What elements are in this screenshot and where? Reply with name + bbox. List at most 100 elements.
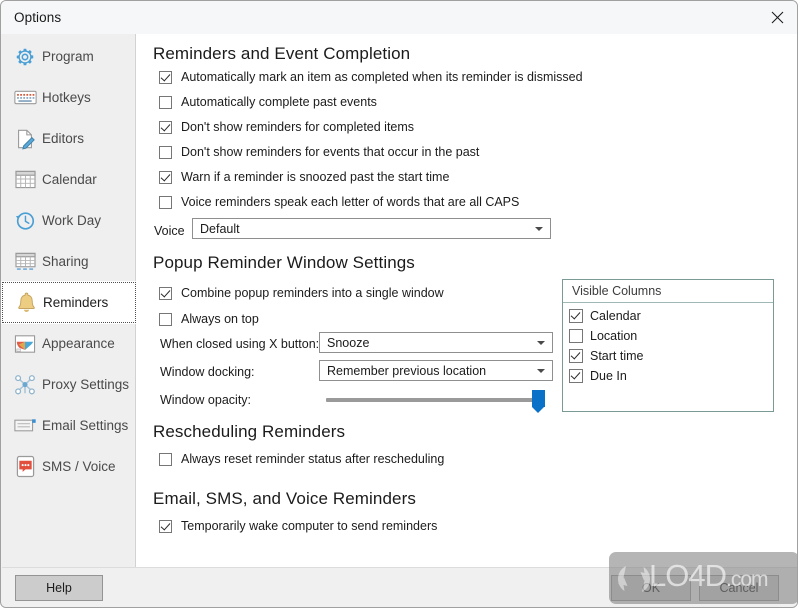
sidebar-item-program[interactable]: Program	[2, 36, 136, 77]
settings-content-pane: Reminders and Event Completion Automatic…	[136, 34, 797, 567]
checkbox-label: Automatically mark an item as completed …	[181, 70, 583, 84]
sidebar-item-label: Hotkeys	[42, 90, 91, 105]
sidebar-item-work-day[interactable]: Work Day	[2, 200, 136, 241]
keyboard-icon	[10, 83, 40, 113]
window-title: Options	[14, 10, 62, 25]
visible-column-row-calendar[interactable]: Calendar	[563, 306, 773, 326]
sidebar-item-appearance[interactable]: Appearance	[2, 323, 136, 364]
gear-icon	[10, 42, 40, 72]
sidebar-item-hotkeys[interactable]: Hotkeys	[2, 77, 136, 118]
sidebar-item-proxy-settings[interactable]: Proxy Settings	[2, 364, 136, 405]
checkbox-box	[159, 120, 172, 134]
sidebar-item-sharing[interactable]: Sharing	[2, 241, 136, 282]
sidebar-item-editors[interactable]: Editors	[2, 118, 136, 159]
help-button[interactable]: Help	[15, 575, 103, 601]
sharing-grid-icon	[10, 247, 40, 277]
checkbox-always-on-top[interactable]: Always on top	[159, 312, 259, 326]
section-heading-popup-window: Popup Reminder Window Settings	[153, 253, 415, 272]
options-dialog: Options Program Hotkeys Editors Calendar…	[0, 0, 798, 608]
visible-column-row-start-time[interactable]: Start time	[563, 346, 773, 366]
network-nodes-icon	[10, 370, 40, 400]
bell-icon	[11, 288, 41, 318]
checkbox-hide-reminders-completed[interactable]: Don't show reminders for completed items	[159, 120, 414, 134]
checkbox-label: Always on top	[181, 312, 259, 326]
chevron-down-icon	[535, 226, 543, 231]
visible-column-label: Start time	[590, 349, 644, 363]
checkbox-label: Temporarily wake computer to send remind…	[181, 519, 438, 533]
checkbox-voice-spell-caps[interactable]: Voice reminders speak each letter of wor…	[159, 195, 519, 209]
sidebar-item-label: Email Settings	[42, 418, 129, 433]
document-pencil-icon	[10, 124, 40, 154]
checkbox-box	[569, 369, 583, 383]
checkbox-box	[159, 452, 172, 466]
section-heading-rescheduling: Rescheduling Reminders	[153, 422, 346, 441]
checkbox-reset-reminder-status[interactable]: Always reset reminder status after resch…	[159, 452, 444, 466]
cancel-button[interactable]: Cancel	[699, 575, 779, 601]
checkbox-label: Combine popup reminders into a single wi…	[181, 286, 444, 300]
checkbox-box	[569, 329, 583, 343]
sidebar-item-label: Sharing	[42, 254, 89, 269]
checkbox-label: Always reset reminder status after resch…	[181, 452, 445, 466]
checkbox-warn-snoozed-past-start[interactable]: Warn if a reminder is snoozed past the s…	[159, 170, 449, 184]
checkbox-box	[569, 309, 583, 323]
title-bar: Options	[1, 1, 797, 34]
sidebar-item-label: Calendar	[42, 172, 97, 187]
voice-select-value: Default	[200, 221, 240, 236]
close-x-select[interactable]: Snooze	[319, 332, 553, 353]
ok-button[interactable]: OK	[611, 575, 691, 601]
window-docking-select-value: Remember previous location	[327, 363, 487, 378]
close-x-label: When closed using X button:	[160, 337, 320, 351]
window-opacity-label: Window opacity:	[160, 393, 252, 407]
checkbox-hide-reminders-past-events[interactable]: Don't show reminders for events that occ…	[159, 145, 479, 159]
checkbox-wake-computer[interactable]: Temporarily wake computer to send remind…	[159, 519, 437, 533]
voice-select[interactable]: Default	[192, 218, 551, 239]
sidebar-item-email-settings[interactable]: Email Settings	[2, 405, 136, 446]
opacity-slider-thumb[interactable]	[532, 390, 545, 413]
checkbox-box	[159, 195, 172, 209]
checkbox-auto-mark-completed[interactable]: Automatically mark an item as completed …	[159, 70, 583, 84]
window-docking-label: Window docking:	[160, 365, 255, 379]
checkbox-label: Automatically complete past events	[181, 95, 377, 109]
checkbox-box	[159, 70, 172, 84]
visible-columns-list: Visible Columns Calendar Location Start …	[562, 279, 774, 412]
sidebar-item-label: Program	[42, 49, 94, 64]
checkbox-box	[569, 349, 583, 363]
sidebar-item-label: SMS / Voice	[42, 459, 116, 474]
checkbox-combine-popups[interactable]: Combine popup reminders into a single wi…	[159, 286, 444, 300]
section-heading-email-sms-voice: Email, SMS, and Voice Reminders	[153, 489, 416, 508]
sidebar-item-reminders[interactable]: Reminders	[1, 281, 137, 324]
visible-columns-header: Visible Columns	[563, 280, 773, 303]
checkbox-box	[159, 95, 172, 109]
window-docking-select[interactable]: Remember previous location	[319, 360, 553, 381]
checkbox-label: Don't show reminders for events that occ…	[181, 145, 480, 159]
sidebar-item-calendar[interactable]: Calendar	[2, 159, 136, 200]
checkbox-box	[159, 312, 172, 326]
color-palette-icon	[10, 329, 40, 359]
sidebar-item-label: Appearance	[42, 336, 115, 351]
sidebar-item-label: Proxy Settings	[42, 377, 130, 392]
chevron-down-icon	[537, 368, 545, 373]
dialog-footer: Help OK Cancel	[2, 567, 797, 607]
phone-chat-icon	[10, 452, 40, 482]
visible-column-label: Location	[590, 329, 638, 343]
visible-column-row-due-in[interactable]: Due In	[563, 366, 773, 386]
sidebar-item-label: Work Day	[42, 213, 102, 228]
visible-column-row-location[interactable]: Location	[563, 326, 773, 346]
checkbox-box	[159, 145, 172, 159]
visible-column-label: Due In	[590, 369, 627, 383]
opacity-slider-track[interactable]	[326, 398, 541, 402]
sidebar-item-label: Reminders	[43, 295, 109, 310]
checkbox-box	[159, 519, 172, 533]
chevron-down-icon	[537, 340, 545, 345]
checkbox-label: Voice reminders speak each letter of wor…	[181, 195, 520, 209]
checkbox-label: Warn if a reminder is snoozed past the s…	[181, 170, 450, 184]
checkbox-box	[159, 170, 172, 184]
sidebar-nav: Program Hotkeys Editors Calendar Work Da…	[1, 34, 137, 567]
visible-columns-header-label: Visible Columns	[572, 284, 662, 298]
visible-column-label: Calendar	[590, 309, 641, 323]
checkbox-auto-complete-past-events[interactable]: Automatically complete past events	[159, 95, 377, 109]
close-icon[interactable]	[755, 1, 797, 33]
envelope-icon	[10, 411, 40, 441]
checkbox-label: Don't show reminders for completed items	[181, 120, 415, 134]
sidebar-item-sms-voice[interactable]: SMS / Voice	[2, 446, 136, 487]
